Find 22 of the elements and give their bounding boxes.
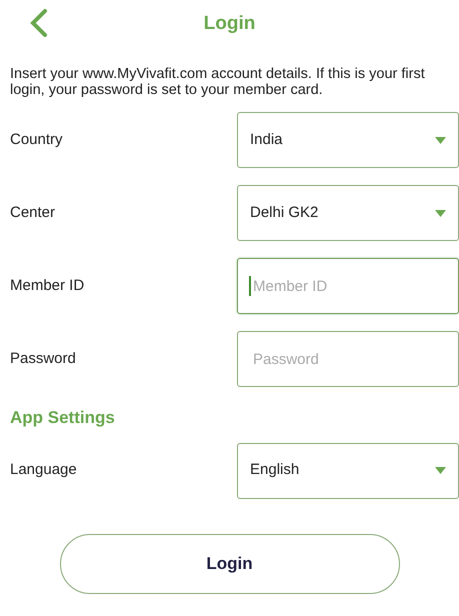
field-label: Language xyxy=(10,460,77,480)
caret-icon xyxy=(435,467,446,474)
field-label: Password xyxy=(10,348,76,369)
section-heading: App Settings xyxy=(10,407,116,429)
caret-icon xyxy=(435,210,446,216)
input-field[interactable]: Member ID xyxy=(237,258,459,314)
dropdown-value: English xyxy=(250,460,300,480)
dropdown[interactable]: Delhi GK2 xyxy=(237,185,459,241)
dropdown-value: India xyxy=(250,130,283,150)
login-button[interactable]: Login xyxy=(60,534,400,594)
dropdown-value: Delhi GK2 xyxy=(250,202,318,223)
dropdown[interactable]: India xyxy=(237,112,459,168)
field-label: Member ID xyxy=(10,276,84,296)
intro-text: Insert your www.MyVivafit.com account details. If this is your first login, your password is set to your member card. xyxy=(10,66,426,98)
caret-icon xyxy=(435,136,446,144)
page-title: Login xyxy=(204,12,256,36)
field-label: Center xyxy=(10,202,56,223)
input-field[interactable]: Password xyxy=(237,331,459,387)
text-cursor xyxy=(249,276,251,296)
back-icon[interactable] xyxy=(28,8,48,38)
dropdown[interactable]: English xyxy=(237,442,459,498)
field-label: Country xyxy=(10,130,63,150)
